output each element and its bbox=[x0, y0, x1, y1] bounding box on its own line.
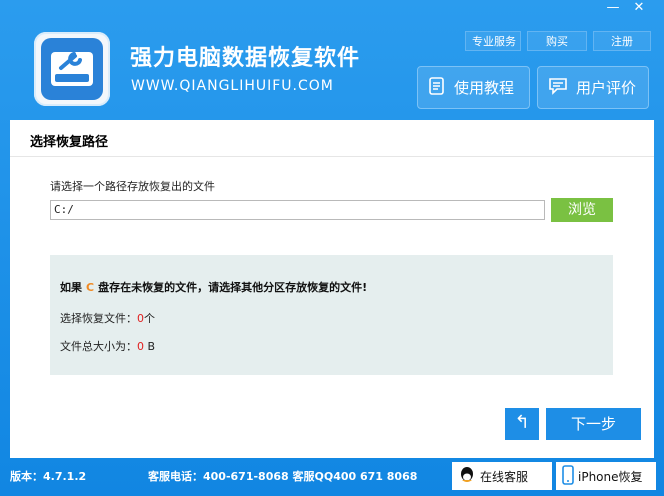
warning-drive: C bbox=[86, 281, 95, 294]
content-panel: 选择恢复路径 请选择一个路径存放恢复出的文件 C:/ 浏览 如果 C 盘存在未恢复的… bbox=[10, 120, 654, 458]
file-count-value: 0 bbox=[137, 312, 144, 325]
app-window: — ✕ 强力电脑数据恢复软件 WWW.QIANGLIHUIFU.COM 专业服务… bbox=[0, 0, 664, 496]
path-input[interactable]: C:/ bbox=[50, 200, 545, 220]
page-title: 选择恢复路径 bbox=[30, 135, 109, 150]
app-logo bbox=[34, 32, 110, 106]
warning-prefix: 如果 bbox=[60, 281, 82, 294]
app-url: WWW.QIANGLIHUIFU.COM bbox=[131, 78, 334, 94]
divider bbox=[10, 156, 654, 157]
top-links: 专业服务 购买 注册 bbox=[465, 31, 651, 51]
support-contact: 客服电话：400-671-8068 客服QQ400 671 8068 bbox=[148, 470, 418, 483]
online-support-button[interactable]: 在线客服 bbox=[452, 462, 552, 490]
back-arrow-icon: ↰ bbox=[514, 412, 530, 433]
close-icon[interactable]: ✕ bbox=[626, 0, 652, 18]
tutorial-button[interactable]: 使用教程 bbox=[417, 66, 530, 109]
iphone-recovery-label: iPhone恢复 bbox=[578, 469, 643, 484]
file-size-unit: B bbox=[147, 340, 156, 353]
review-label: 用户评价 bbox=[576, 79, 637, 97]
phone-icon bbox=[562, 464, 574, 488]
tutorial-label: 使用教程 bbox=[454, 79, 515, 97]
file-size-label: 文件总大小为： bbox=[60, 340, 137, 353]
warning-suffix: 盘存在未恢复的文件，请选择其他分区存放恢复的文件! bbox=[98, 281, 368, 294]
logo-drive-icon bbox=[41, 38, 103, 100]
file-count-label: 选择恢复文件： bbox=[60, 312, 137, 325]
comment-icon bbox=[548, 77, 568, 99]
warning-text: 如果 C 盘存在未恢复的文件，请选择其他分区存放恢复的文件! bbox=[60, 279, 367, 295]
buy-link[interactable]: 购买 bbox=[527, 31, 587, 51]
register-link[interactable]: 注册 bbox=[593, 31, 651, 51]
file-count-unit: 个 bbox=[144, 312, 155, 325]
browse-button[interactable]: 浏览 bbox=[551, 198, 613, 222]
qq-icon bbox=[458, 465, 476, 488]
info-box: 如果 C 盘存在未恢复的文件，请选择其他分区存放恢复的文件! 选择恢复文件：0个 文… bbox=[50, 255, 613, 375]
next-button[interactable]: 下一步 bbox=[546, 408, 641, 440]
minimize-icon[interactable]: — bbox=[600, 0, 626, 18]
review-button[interactable]: 用户评价 bbox=[537, 66, 649, 109]
back-button[interactable]: ↰ bbox=[505, 408, 539, 440]
document-icon bbox=[428, 76, 446, 99]
pro-service-link[interactable]: 专业服务 bbox=[465, 31, 521, 51]
version-text: 版本：4.7.1.2 bbox=[10, 470, 87, 483]
file-size-value: 0 bbox=[137, 340, 144, 353]
file-size-line: 文件总大小为：0 B bbox=[60, 338, 155, 354]
app-title: 强力电脑数据恢复软件 bbox=[130, 46, 361, 71]
online-support-label: 在线客服 bbox=[480, 469, 529, 484]
iphone-recovery-button[interactable]: iPhone恢复 bbox=[556, 462, 656, 490]
path-prompt: 请选择一个路径存放恢复出的文件 bbox=[50, 180, 215, 193]
file-count-line: 选择恢复文件：0个 bbox=[60, 310, 155, 326]
